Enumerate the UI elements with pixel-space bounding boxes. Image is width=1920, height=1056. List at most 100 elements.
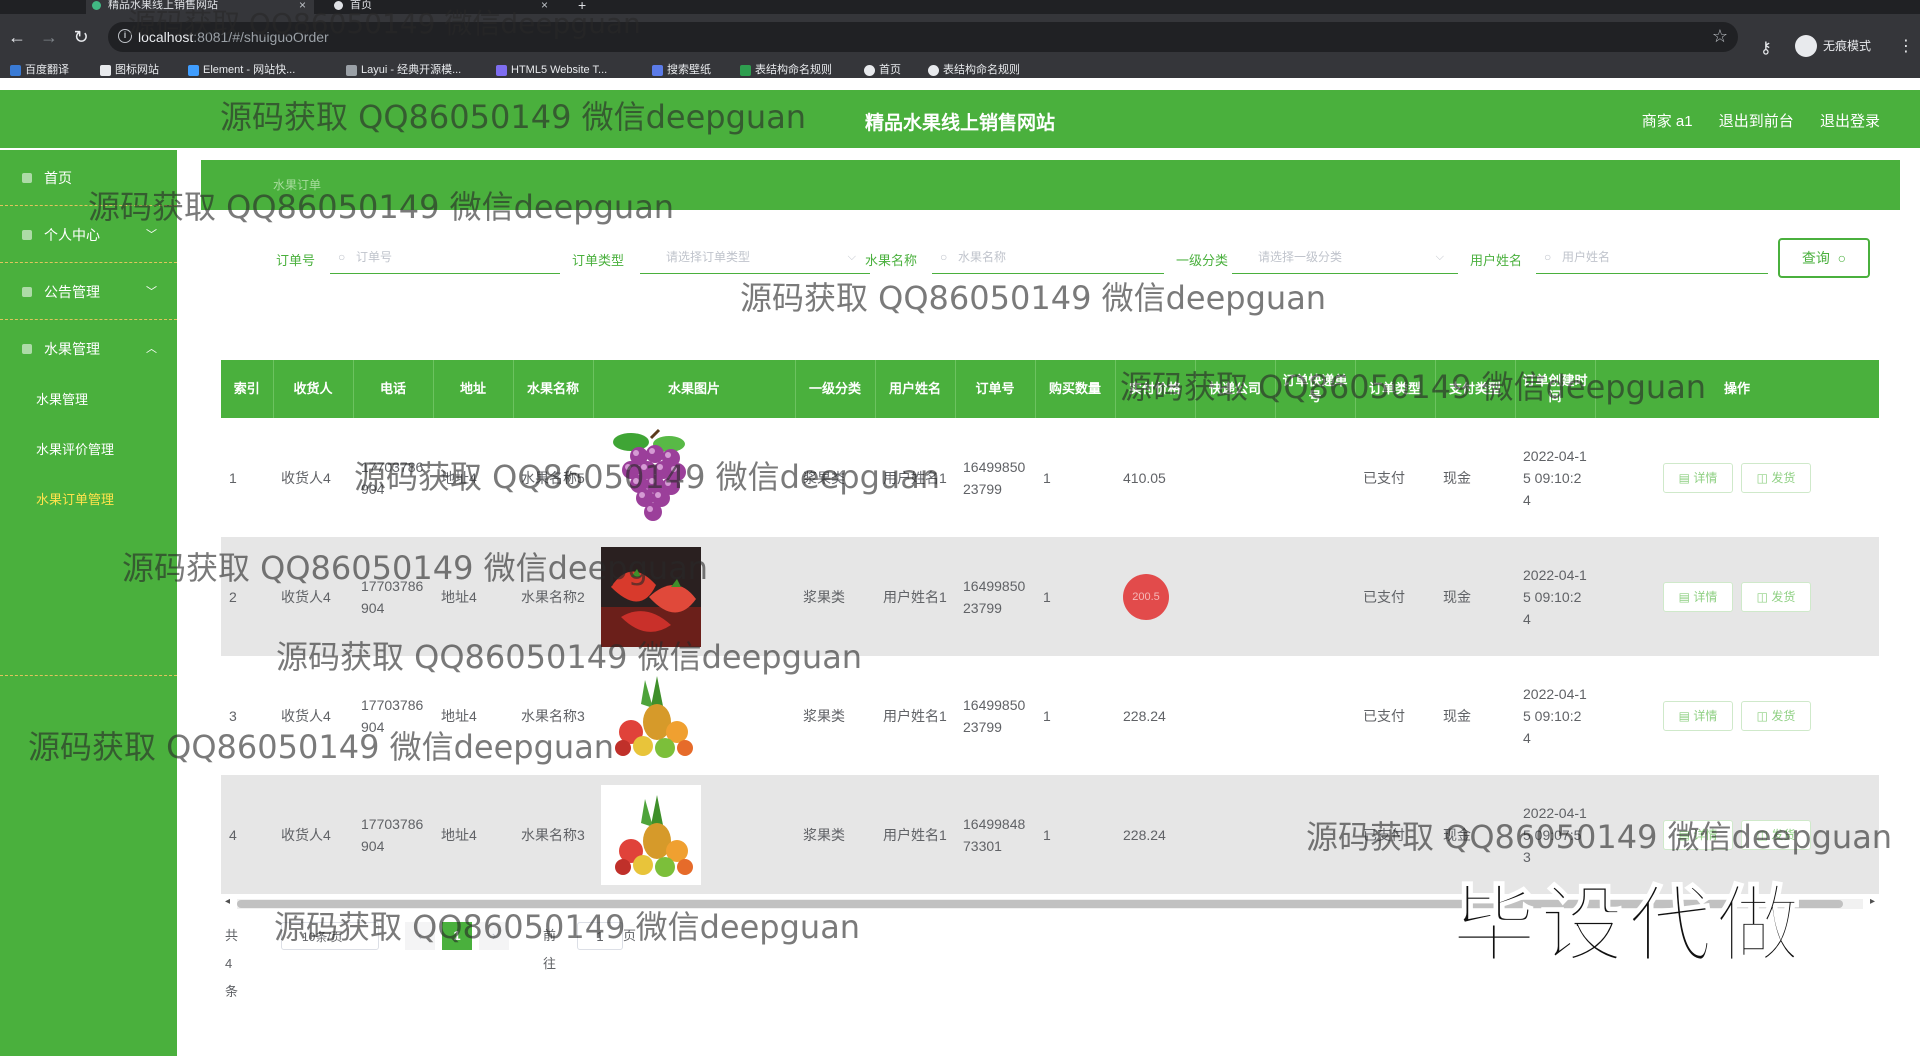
cell-receiver: 收货人4 <box>273 775 353 894</box>
col-header[interactable]: 订单快递单号 <box>1275 360 1356 418</box>
scroll-right-icon[interactable]: ▸ <box>1870 896 1875 907</box>
col-header[interactable]: 一级分类 <box>795 360 876 418</box>
back-icon[interactable]: ← <box>6 26 28 48</box>
address-bar[interactable]: i localhost:8081/#/shuiguoOrder ☆ <box>108 22 1738 52</box>
table-row[interactable]: 3 收货人4 17703786904 地址4 水果名称3 浆果类 用户姓名1 16499850… <box>221 656 1879 775</box>
chevron-down-icon: ⌵ <box>1435 251 1444 263</box>
strawberry-image[interactable] <box>601 546 701 647</box>
exit-to-front-link[interactable]: 退出到前台 <box>1719 113 1794 130</box>
query-button[interactable]: 查询 ○ <box>1778 238 1870 278</box>
close-tab-icon[interactable]: × <box>541 0 548 11</box>
col-header[interactable]: 订单创建时间 <box>1515 360 1596 418</box>
close-tab-icon[interactable]: × <box>299 0 306 11</box>
col-header[interactable]: 订单类型 <box>1355 360 1436 418</box>
sidebar-item-notice-management[interactable]: 公告管理 ﹀ <box>0 264 177 320</box>
sidebar-sub-fruit-review-management[interactable]: 水果评价管理 <box>0 425 177 475</box>
col-header[interactable]: 用户姓名 <box>875 360 956 418</box>
bookmark-item[interactable]: HTML5 Website T... <box>496 62 607 78</box>
browser-menu-icon[interactable]: ⋮ <box>1898 36 1914 56</box>
bookmark-item[interactable]: Element - 网站快... <box>188 62 295 78</box>
actions-cell: ▤ 详情 ◫ 发货 <box>1595 656 1879 775</box>
col-header[interactable]: 地址 <box>433 360 514 418</box>
cell-pay: 现金 <box>1435 537 1515 656</box>
logout-link[interactable]: 退出登录 <box>1820 113 1880 130</box>
cell-time: 2022-04-15 09:10:24 <box>1515 537 1595 656</box>
prev-page-icon[interactable]: ‹ <box>405 922 435 950</box>
detail-button[interactable]: ▤ 详情 <box>1663 819 1733 850</box>
table-row[interactable]: 1 收货人4 17703786904 地址4 水果名称5 浆果类 用户姓名1 16499850… <box>221 418 1879 537</box>
next-page-icon[interactable]: › <box>479 922 509 950</box>
col-header[interactable]: 购买数量 <box>1035 360 1116 418</box>
browser-tab[interactable]: 首页 × <box>328 0 556 14</box>
sidebar-item-label: 水果管理 <box>44 341 100 357</box>
table-row[interactable]: 2 收货人4 17703786904 地址4 水果名称2 浆果类 用户姓名1 16499850… <box>221 537 1879 656</box>
grape-image[interactable] <box>601 427 701 528</box>
cell-order-no: 1649984873301 <box>955 775 1035 894</box>
username-placeholder: 用户姓名 <box>1562 250 1611 264</box>
ship-button[interactable]: ◫ 发货 <box>1741 819 1811 850</box>
sidebar-item-personal-center[interactable]: 个人中心 ﹀ <box>0 207 177 263</box>
sidebar: 首页 个人中心 ﹀ 公告管理 ﹀ 水果管理 ︿ 水果管理 水果评价管理 水果订单… <box>0 150 177 1056</box>
bookmark-item[interactable]: 图标网站 <box>100 62 159 78</box>
bookmark-star-icon[interactable]: ☆ <box>1712 26 1728 47</box>
ship-button[interactable]: ◫ 发货 <box>1741 700 1811 731</box>
category-select[interactable]: 请选择一级分类 ⌵ <box>1232 240 1458 274</box>
scroll-left-icon[interactable]: ◂ <box>225 896 230 907</box>
browser-tab-active[interactable]: 精品水果线上销售网站 × <box>86 0 314 14</box>
col-header[interactable]: 收货人 <box>273 360 354 418</box>
col-header[interactable]: 操作 <box>1595 360 1879 418</box>
browser-tab-title: 精品水果线上销售网站 <box>108 0 218 11</box>
actions-cell: ▤ 详情 ◫ 发货 <box>1595 537 1879 656</box>
col-header[interactable]: 水果名称 <box>513 360 594 418</box>
cell-fruit: 水果名称2 <box>513 537 593 656</box>
new-tab-button[interactable]: + <box>570 0 600 14</box>
sidebar-item-home[interactable]: 首页 <box>0 150 177 206</box>
detail-button[interactable]: ▤ 详情 <box>1663 462 1733 493</box>
page-number-current[interactable]: 1 <box>442 922 472 950</box>
order-no-input[interactable]: ○ 订单号 <box>330 240 560 274</box>
merchant-user-link[interactable]: 商家 a1 <box>1642 113 1693 130</box>
username-input[interactable]: ○ 用户姓名 <box>1536 240 1768 274</box>
col-header[interactable]: 快递公司 <box>1195 360 1276 418</box>
fruit-name-input[interactable]: ○ 水果名称 <box>932 240 1164 274</box>
sidebar-item-fruit-management[interactable]: 水果管理 ︿ <box>0 321 177 377</box>
page-size-select[interactable]: 10条/页 <box>281 922 379 950</box>
forward-icon[interactable]: → <box>38 26 60 48</box>
big-watermark: 毕设代做 <box>1451 875 1805 975</box>
ship-button[interactable]: ◫ 发货 <box>1741 581 1811 612</box>
bookmark-item[interactable]: 百度翻译 <box>10 62 69 78</box>
bookmark-item[interactable]: 表结构命名规则 <box>928 62 1020 78</box>
bookmark-item[interactable]: 表结构命名规则 <box>740 62 832 78</box>
cell-type: 已支付 <box>1355 418 1435 537</box>
col-header[interactable]: 水果图片 <box>593 360 796 418</box>
col-header[interactable]: 支付类型 <box>1435 360 1516 418</box>
col-header[interactable]: 实付价格 <box>1115 360 1196 418</box>
cell-pay: 现金 <box>1435 418 1515 537</box>
mixed-image[interactable] <box>601 665 701 766</box>
bookmark-item[interactable]: 首页 <box>864 62 901 78</box>
bookmark-item[interactable]: 搜索壁纸 <box>652 62 711 78</box>
col-header[interactable]: 电话 <box>353 360 434 418</box>
goto-page-input[interactable]: 1 <box>577 922 623 950</box>
incognito-indicator[interactable]: 无痕模式 <box>1795 34 1871 58</box>
site-info-icon[interactable]: i <box>118 29 132 43</box>
breadcrumb[interactable]: 水果订单 <box>273 176 321 193</box>
cell-qty: 1 <box>1035 656 1115 775</box>
cell-fruit: 水果名称5 <box>513 418 593 537</box>
order-type-select[interactable]: 请选择订单类型 ⌵ <box>640 240 870 274</box>
sidebar-sub-fruit-management[interactable]: 水果管理 <box>0 375 177 425</box>
col-header[interactable]: 订单号 <box>955 360 1036 418</box>
incognito-label: 无痕模式 <box>1823 39 1872 53</box>
detail-button[interactable]: ▤ 详情 <box>1663 581 1733 612</box>
col-header[interactable]: 索引 <box>221 360 274 418</box>
mixed-image[interactable] <box>601 784 701 885</box>
key-icon[interactable]: ⚷ <box>1760 38 1772 58</box>
ship-button[interactable]: ◫ 发货 <box>1741 462 1811 493</box>
sidebar-divider <box>0 675 177 676</box>
cell-time: 2022-04-15 09:10:24 <box>1515 418 1595 537</box>
reload-icon[interactable]: ↻ <box>70 26 92 48</box>
sidebar-sub-fruit-order-management[interactable]: 水果订单管理 <box>0 475 177 525</box>
bookmark-item[interactable]: Layui - 经典开源模... <box>346 62 461 78</box>
cell-qty: 1 <box>1035 537 1115 656</box>
detail-button[interactable]: ▤ 详情 <box>1663 700 1733 731</box>
